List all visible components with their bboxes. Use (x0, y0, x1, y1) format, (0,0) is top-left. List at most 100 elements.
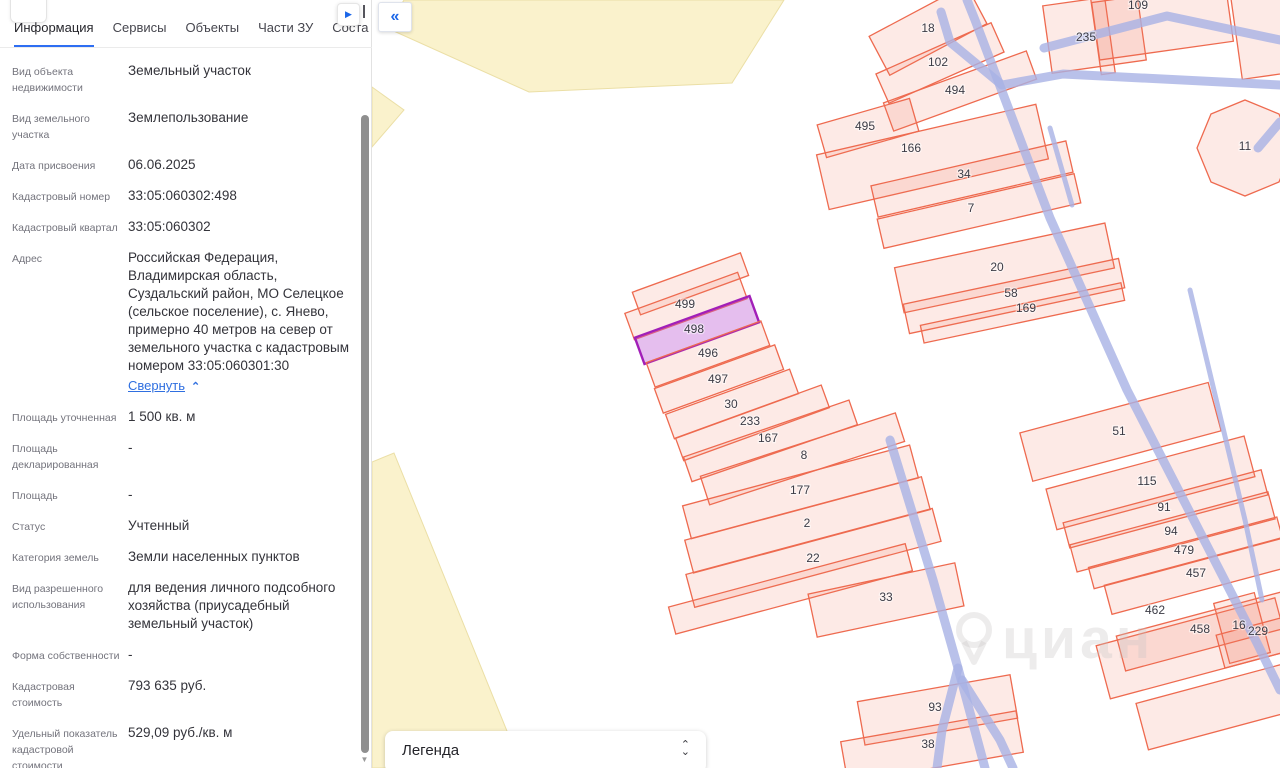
cadastral-map-app: 18 102 494 495 166 34 7 20 58 169 109 23… (0, 0, 1280, 768)
tab-parts[interactable]: Части ЗУ (258, 20, 313, 47)
legend-bar[interactable]: Легенда ⌃ ⌄ (385, 731, 706, 768)
field-row: Форма собственности - (12, 646, 355, 664)
field-label: Вид земельного участка (12, 113, 90, 141)
parcel-label: 495 (855, 119, 875, 133)
tab-scroll-right-button[interactable]: ▶ (337, 3, 360, 26)
field-list: Вид объекта недвижимости Земельный участ… (0, 48, 355, 768)
parcel-label: 11 (1239, 139, 1252, 153)
parcel-label: 2 (804, 516, 811, 530)
field-label: Площадь уточненная (12, 412, 117, 424)
parcel-label: 457 (1186, 566, 1206, 580)
tab-bar: Информация Сервисы Объекты Части ЗУ Сост… (0, 20, 372, 48)
field-label: Статус (12, 521, 46, 533)
field-row: Вид разрешенного использования для веден… (12, 579, 355, 633)
parcel-label: 169 (1016, 301, 1036, 315)
tab-objects[interactable]: Объекты (185, 20, 239, 47)
parcel-label: 7 (968, 201, 975, 215)
parcel-label: 499 (675, 297, 695, 311)
legend-label: Легенда (402, 741, 460, 759)
parcel-label: 109 (1128, 0, 1148, 12)
legend-toggle[interactable]: ⌃ ⌄ (680, 740, 690, 758)
parcel-label: 166 (901, 141, 921, 155)
field-value: 06.06.2025 (128, 157, 196, 172)
field-row: Вид земельного участка Землепользование (12, 109, 355, 143)
parcel-label: 93 (928, 700, 942, 714)
parcel-label: 229 (1248, 624, 1268, 638)
parcel-label: 458 (1190, 622, 1210, 636)
field-value: - (128, 487, 133, 502)
field-value: 33:05:060302 (128, 219, 211, 234)
field-value: Российская Федерация, Владимирская облас… (128, 250, 350, 373)
map-svg: 18 102 494 495 166 34 7 20 58 169 109 23… (371, 0, 1280, 768)
parcel-label: 33 (879, 590, 893, 604)
field-label: Вид объекта недвижимости (12, 66, 83, 94)
parcel-label: 18 (921, 21, 935, 35)
panel-scrollbar[interactable] (361, 115, 369, 753)
field-value: 33:05:060302:498 (128, 188, 237, 203)
parcel-label: 34 (957, 167, 971, 181)
scroll-down-arrow-icon[interactable]: ▼ (360, 755, 369, 767)
field-row: Удельный показатель кадастровой стоимост… (12, 724, 355, 768)
field-value: Учтенный (128, 518, 190, 533)
parcel-label: 91 (1157, 500, 1171, 514)
parcel-label: 462 (1145, 603, 1165, 617)
field-row: Площадь уточненная 1 500 кв. м (12, 408, 355, 426)
field-label: Кадастровый квартал (12, 222, 118, 234)
zone-polygon (371, 86, 405, 149)
parcel-label: 167 (758, 431, 778, 445)
parcel-label: 8 (801, 448, 808, 462)
field-value: Земельный участок (128, 63, 251, 78)
chevron-up-icon: ⌃ (191, 381, 201, 393)
collapse-panel-button[interactable]: « (378, 2, 412, 32)
field-row: Кадастровый квартал 33:05:060302 (12, 218, 355, 236)
map-canvas[interactable]: 18 102 494 495 166 34 7 20 58 169 109 23… (371, 0, 1280, 768)
field-row: Кадастровая стоимость 793 635 руб. (12, 677, 355, 711)
field-row: Статус Учтенный (12, 517, 355, 535)
chevron-right-icon: ▶ (345, 9, 352, 19)
parcel-label: 30 (724, 397, 738, 411)
parcel-label: 494 (945, 83, 965, 97)
field-value: Землепользование (128, 110, 249, 125)
parcel-label: 22 (806, 551, 820, 565)
field-row: Категория земель Земли населенных пункто… (12, 548, 355, 566)
tab-information[interactable]: Информация (14, 20, 94, 47)
field-label: Дата присвоения (12, 160, 96, 172)
parcel-label: 496 (698, 346, 718, 360)
info-panel: Информация Сервисы Объекты Части ЗУ Сост… (0, 0, 372, 768)
clipped-tab-text (363, 5, 365, 18)
parcel-label: 51 (1112, 424, 1126, 438)
parcel-label: 498 (684, 322, 704, 336)
parcel-label: 20 (990, 260, 1004, 274)
tab-services[interactable]: Сервисы (113, 20, 167, 47)
field-value: 529,09 руб./кв. м (128, 725, 233, 740)
parcel-label: 235 (1076, 30, 1096, 44)
parcel-label: 177 (790, 483, 810, 497)
field-label: Форма собственности (12, 650, 120, 662)
field-label: Кадастровый номер (12, 191, 111, 203)
parcel-label: 479 (1174, 543, 1194, 557)
parcel-label: 16 (1232, 618, 1246, 632)
field-row: Кадастровый номер 33:05:060302:498 (12, 187, 355, 205)
field-row: Площадь - (12, 486, 355, 504)
field-value: 793 635 руб. (128, 678, 207, 693)
field-row: Площадь декларированная - (12, 439, 355, 473)
parcel-label: 497 (708, 372, 728, 386)
chevron-down-icon: ⌄ (680, 746, 690, 758)
zone-polygon (386, 0, 785, 93)
field-value: 1 500 кв. м (128, 409, 196, 424)
field-row: Дата присвоения 06.06.2025 (12, 156, 355, 174)
parcel-label: 233 (740, 414, 760, 428)
field-value: для ведения личного подсобного хозяйства… (128, 580, 336, 631)
field-row-address: Адрес Российская Федерация, Владимирская… (12, 249, 355, 395)
field-row: Вид объекта недвижимости Земельный участ… (12, 62, 355, 96)
field-value: - (128, 440, 133, 455)
field-label: Адрес (12, 253, 43, 265)
double-chevron-left-icon: « (390, 8, 400, 25)
parcel-label: 115 (1137, 474, 1156, 488)
field-label: Площадь декларированная (12, 443, 99, 471)
parcel-label: 58 (1004, 286, 1018, 300)
address-collapse-link[interactable]: Свернуть (128, 378, 185, 393)
parcel-label: 102 (928, 55, 948, 69)
field-label: Удельный показатель кадастровой стоимост… (12, 728, 118, 768)
field-label: Кадастровая стоимость (12, 681, 75, 709)
